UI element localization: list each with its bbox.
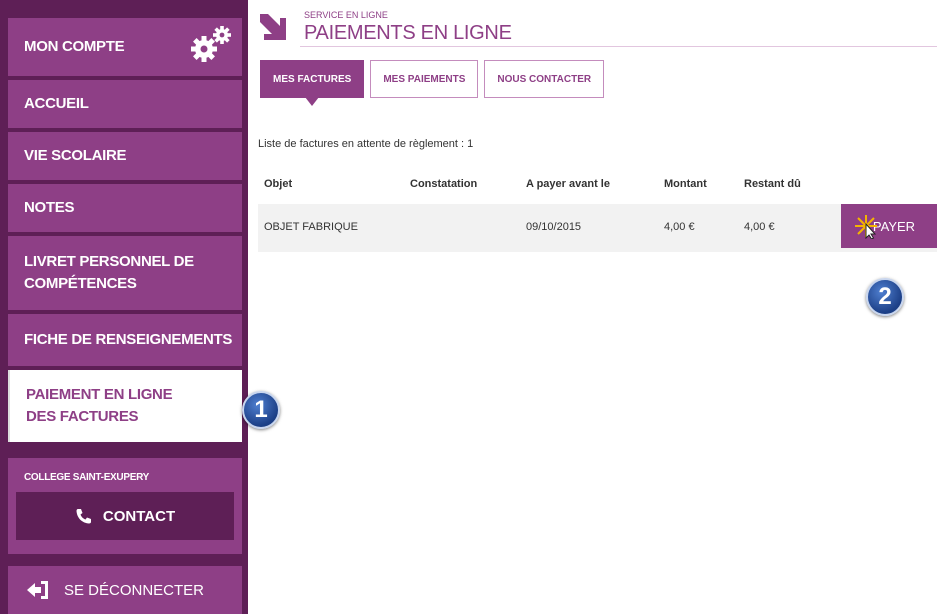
sidebar-item-label: NOTES xyxy=(24,199,75,216)
tab-mes-paiements[interactable]: MES PAIEMENTS xyxy=(370,60,479,98)
sidebar-item-accueil[interactable]: ACCUEIL xyxy=(8,80,242,128)
header-subtitle: SERVICE EN LIGNE xyxy=(304,10,388,20)
cell-restant: 4,00 € xyxy=(744,221,775,233)
column-header-constatation: Constatation xyxy=(410,178,478,190)
logout-button[interactable]: SE DÉCONNECTER xyxy=(8,566,242,614)
tab-mes-factures[interactable]: MES FACTURES xyxy=(260,60,365,106)
invoice-list-caption: Liste de factures en attente de règlemen… xyxy=(258,138,474,150)
sidebar-item-notes[interactable]: NOTES xyxy=(8,184,242,232)
sidebar-item-vie-scolaire[interactable]: VIE SCOLAIRE xyxy=(8,132,242,180)
cell-due-date: 09/10/2015 xyxy=(526,221,582,233)
account-label: MON COMPTE xyxy=(24,38,125,55)
callout-badge-2: 2 xyxy=(866,278,904,316)
cell-montant: 4,00 € xyxy=(664,221,695,233)
header-divider xyxy=(300,46,937,47)
gears-icon xyxy=(191,26,231,62)
school-panel: COLLEGE SAINT-EXUPERY CONTACT xyxy=(8,458,242,554)
contact-button[interactable]: CONTACT xyxy=(16,492,234,540)
phone-icon xyxy=(76,509,91,524)
tab-label: MES FACTURES xyxy=(273,73,352,85)
sidebar-item-paiement[interactable]: PAIEMENT EN LIGNE DES FACTURES xyxy=(8,370,242,442)
pay-label: PAYER xyxy=(872,218,916,234)
sidebar-item-label: PAIEMENT EN LIGNE DES FACTURES xyxy=(26,386,173,425)
tab-bar: MES FACTURES MES PAIEMENTS NOUS CONTACTE… xyxy=(260,60,605,106)
callout-badge-1: 1 xyxy=(242,391,280,429)
sidebar-item-livret[interactable]: LIVRET PERSONNEL DE COMPÉTENCES xyxy=(8,236,242,310)
service-arrow-icon xyxy=(260,14,286,40)
sidebar-item-fiche[interactable]: FICHE DE RENSEIGNEMENTS xyxy=(8,314,242,366)
tab-label: MES PAIEMENTS xyxy=(383,73,466,85)
sidebar-item-label: LIVRET PERSONNEL DE COMPÉTENCES xyxy=(24,253,194,292)
logout-icon xyxy=(27,581,48,599)
sidebar-item-label: ACCUEIL xyxy=(24,95,89,112)
school-name: COLLEGE SAINT-EXUPERY xyxy=(24,472,150,483)
page-title: PAIEMENTS EN LIGNE xyxy=(304,22,512,44)
sidebar-item-label: VIE SCOLAIRE xyxy=(24,147,127,164)
cell-objet: OBJET FABRIQUE xyxy=(264,221,358,233)
sidebar: MON COMPTE ACCUEIL VIE SCOLAIRE NOTES LI… xyxy=(0,0,248,614)
column-header-montant: Montant xyxy=(664,178,707,190)
sidebar-item-label: FICHE DE RENSEIGNEMENTS xyxy=(24,331,233,348)
tab-nous-contacter[interactable]: NOUS CONTACTER xyxy=(484,60,605,98)
column-header-objet: Objet xyxy=(264,178,293,190)
column-header-restant: Restant dû xyxy=(744,178,801,190)
click-burst-icon xyxy=(855,215,877,239)
table-row: OBJET FABRIQUE 09/10/2015 4,00 € 4,00 € … xyxy=(258,204,937,252)
account-menu[interactable]: MON COMPTE xyxy=(8,18,242,76)
pay-button[interactable]: PAYER xyxy=(841,204,937,248)
column-header-due-date: A payer avant le xyxy=(526,178,610,190)
tab-label: NOUS CONTACTER xyxy=(497,73,592,85)
logout-label: SE DÉCONNECTER xyxy=(64,581,205,599)
contact-label: CONTACT xyxy=(102,507,176,525)
